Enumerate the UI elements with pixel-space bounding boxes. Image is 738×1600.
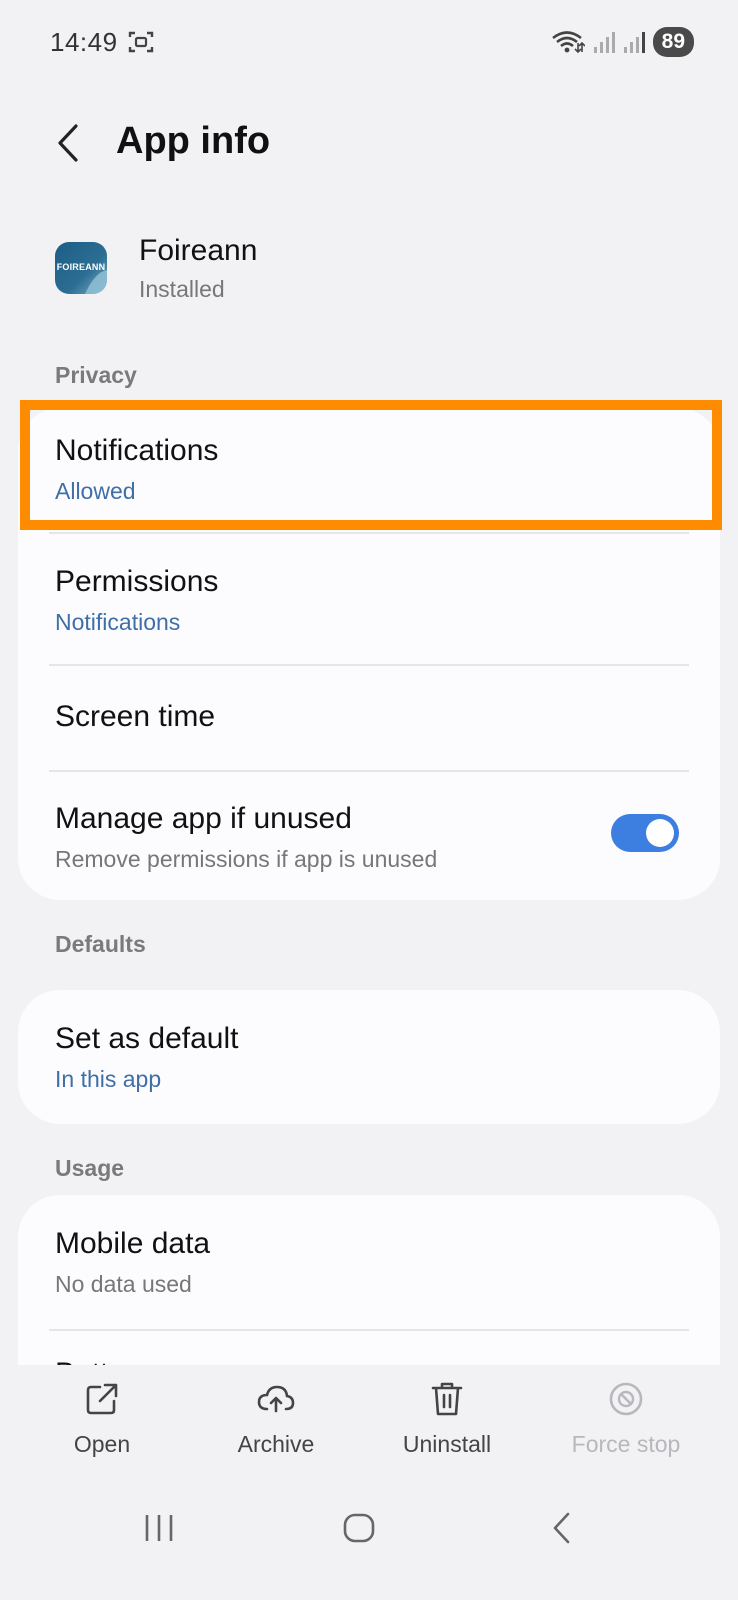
notifications-item[interactable]: Notifications Allowed (18, 408, 720, 532)
mobile-data-item[interactable]: Mobile data No data used (18, 1195, 720, 1329)
set-as-default-summary: In this app (55, 1066, 162, 1092)
status-icons: 89 (551, 26, 694, 58)
chevron-left-icon (58, 124, 78, 162)
block-icon (609, 1382, 643, 1416)
cloud-upload-icon (257, 1385, 295, 1413)
wifi-icon (551, 31, 585, 54)
recents-button[interactable] (129, 1505, 189, 1551)
home-icon (343, 1513, 375, 1543)
uninstall-label: Uninstall (402, 1431, 492, 1457)
battery-level: 89 (652, 27, 694, 57)
signal-icon-2 (623, 32, 645, 53)
bottom-action-bar: Open Archive Uninstall Force stop (0, 1365, 738, 1475)
system-nav-bar (0, 1475, 738, 1600)
recents-icon (145, 1515, 173, 1541)
archive-label: Archive (237, 1431, 315, 1457)
open-button[interactable]: Open (17, 1365, 187, 1475)
set-as-default-item[interactable]: Set as default In this app (18, 990, 720, 1124)
section-label-usage: Usage (55, 1155, 125, 1181)
back-nav-icon (553, 1512, 570, 1544)
mobile-data-summary: No data used (55, 1271, 192, 1297)
status-time: 14:49 (50, 27, 118, 57)
section-label-defaults: Defaults (55, 931, 146, 957)
archive-button[interactable]: Archive (191, 1365, 361, 1475)
permissions-title: Permissions (55, 565, 219, 598)
defaults-card: Set as default In this app (18, 990, 720, 1124)
permissions-item[interactable]: Permissions Notifications (18, 534, 720, 664)
privacy-card: Notifications Allowed Permissions Notifi… (18, 408, 720, 900)
screen-time-title: Screen time (55, 700, 216, 733)
manage-unused-title: Manage app if unused (55, 802, 352, 835)
status-bar: 14:49 89 (0, 0, 738, 86)
permissions-summary: Notifications (55, 609, 181, 635)
notifications-status: Allowed (55, 478, 136, 504)
app-bar: App info (0, 100, 738, 190)
force-stop-button[interactable]: Force stop (541, 1365, 711, 1475)
manage-unused-item[interactable]: Manage app if unused Remove permissions … (18, 772, 720, 900)
open-label: Open (73, 1431, 131, 1457)
app-icon-text: FOIREANN (56, 262, 106, 272)
app-install-status: Installed (139, 276, 225, 302)
signal-icon-1 (593, 32, 615, 53)
page-title: App info (116, 120, 271, 162)
open-external-icon (86, 1383, 118, 1415)
app-icon: FOIREANN (55, 242, 107, 294)
notifications-title: Notifications (55, 434, 219, 467)
mobile-data-title: Mobile data (55, 1227, 211, 1260)
screenshot-icon (128, 31, 154, 53)
uninstall-button[interactable]: Uninstall (362, 1365, 532, 1475)
set-as-default-title: Set as default (55, 1022, 239, 1055)
manage-unused-description: Remove permissions if app is unused (55, 846, 438, 872)
manage-unused-toggle[interactable] (611, 814, 679, 852)
app-name: Foireann (139, 234, 258, 267)
force-stop-label: Force stop (571, 1431, 681, 1457)
back-button[interactable] (48, 118, 88, 168)
toggle-knob (646, 819, 674, 847)
back-nav-button[interactable] (532, 1505, 592, 1551)
screen-time-item[interactable]: Screen time (18, 666, 720, 770)
trash-icon (431, 1382, 463, 1416)
home-button[interactable] (329, 1505, 389, 1551)
section-label-privacy: Privacy (55, 362, 137, 388)
app-summary: FOIREANN Foireann Installed (0, 230, 738, 320)
